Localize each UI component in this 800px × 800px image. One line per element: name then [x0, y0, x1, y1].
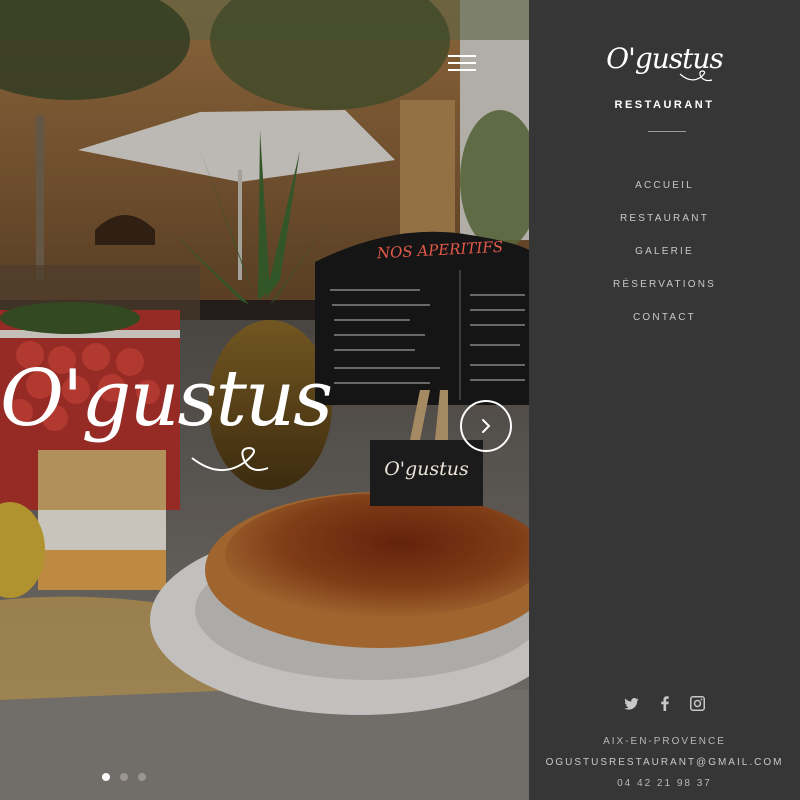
main-nav: ACCUEIL RESTAURANT GALERIE RÉSERVATIONS … — [529, 178, 800, 343]
instagram-icon[interactable] — [689, 695, 706, 712]
brand-logo[interactable]: O'gustus — [529, 42, 800, 75]
nav-item-restaurant[interactable]: RESTAURANT — [529, 211, 800, 244]
sidebar: O'gustus RESTAURANT ACCUEIL RESTAURANT G… — [529, 0, 800, 800]
city-text: AIX-EN-PROVENCE — [603, 736, 726, 747]
chevron-right-icon — [482, 419, 491, 433]
hamburger-icon[interactable] — [448, 52, 476, 74]
brand-subtitle: RESTAURANT — [614, 99, 715, 111]
hero-slideshow: NOS APERITIFS O'gustus O'gustus — [0, 0, 529, 800]
nav-item-accueil[interactable]: ACCUEIL — [529, 178, 800, 211]
slide-dot[interactable] — [120, 773, 128, 781]
slide-dot[interactable] — [102, 773, 110, 781]
divider — [648, 131, 686, 132]
nav-item-contact[interactable]: CONTACT — [529, 310, 800, 343]
email-link[interactable]: OGUSTUSRESTAURANT@GMAIL.COM — [529, 757, 800, 778]
placard-logo-text: O'gustus — [384, 458, 469, 480]
facebook-icon[interactable] — [656, 695, 673, 712]
table-placard: O'gustus — [370, 440, 483, 506]
nav-item-reservations[interactable]: RÉSERVATIONS — [529, 277, 800, 310]
slide-dot[interactable] — [138, 773, 146, 781]
next-slide-button[interactable] — [460, 400, 512, 452]
phone-text[interactable]: 04 42 21 98 37 — [529, 778, 800, 799]
hero-logo: O'gustus — [0, 354, 333, 444]
hamburger-line — [448, 62, 476, 64]
contact-info: AIX-EN-PROVENCE OGUSTUSRESTAURANT@GMAIL.… — [529, 736, 800, 799]
hamburger-line — [448, 55, 476, 57]
slide-indicators — [102, 773, 146, 781]
hamburger-line — [448, 69, 476, 71]
nav-item-galerie[interactable]: GALERIE — [529, 244, 800, 277]
brand-swash-decoration — [679, 70, 713, 82]
twitter-icon[interactable] — [623, 695, 640, 712]
logo-swash-decoration — [191, 446, 269, 471]
social-links — [529, 695, 800, 712]
